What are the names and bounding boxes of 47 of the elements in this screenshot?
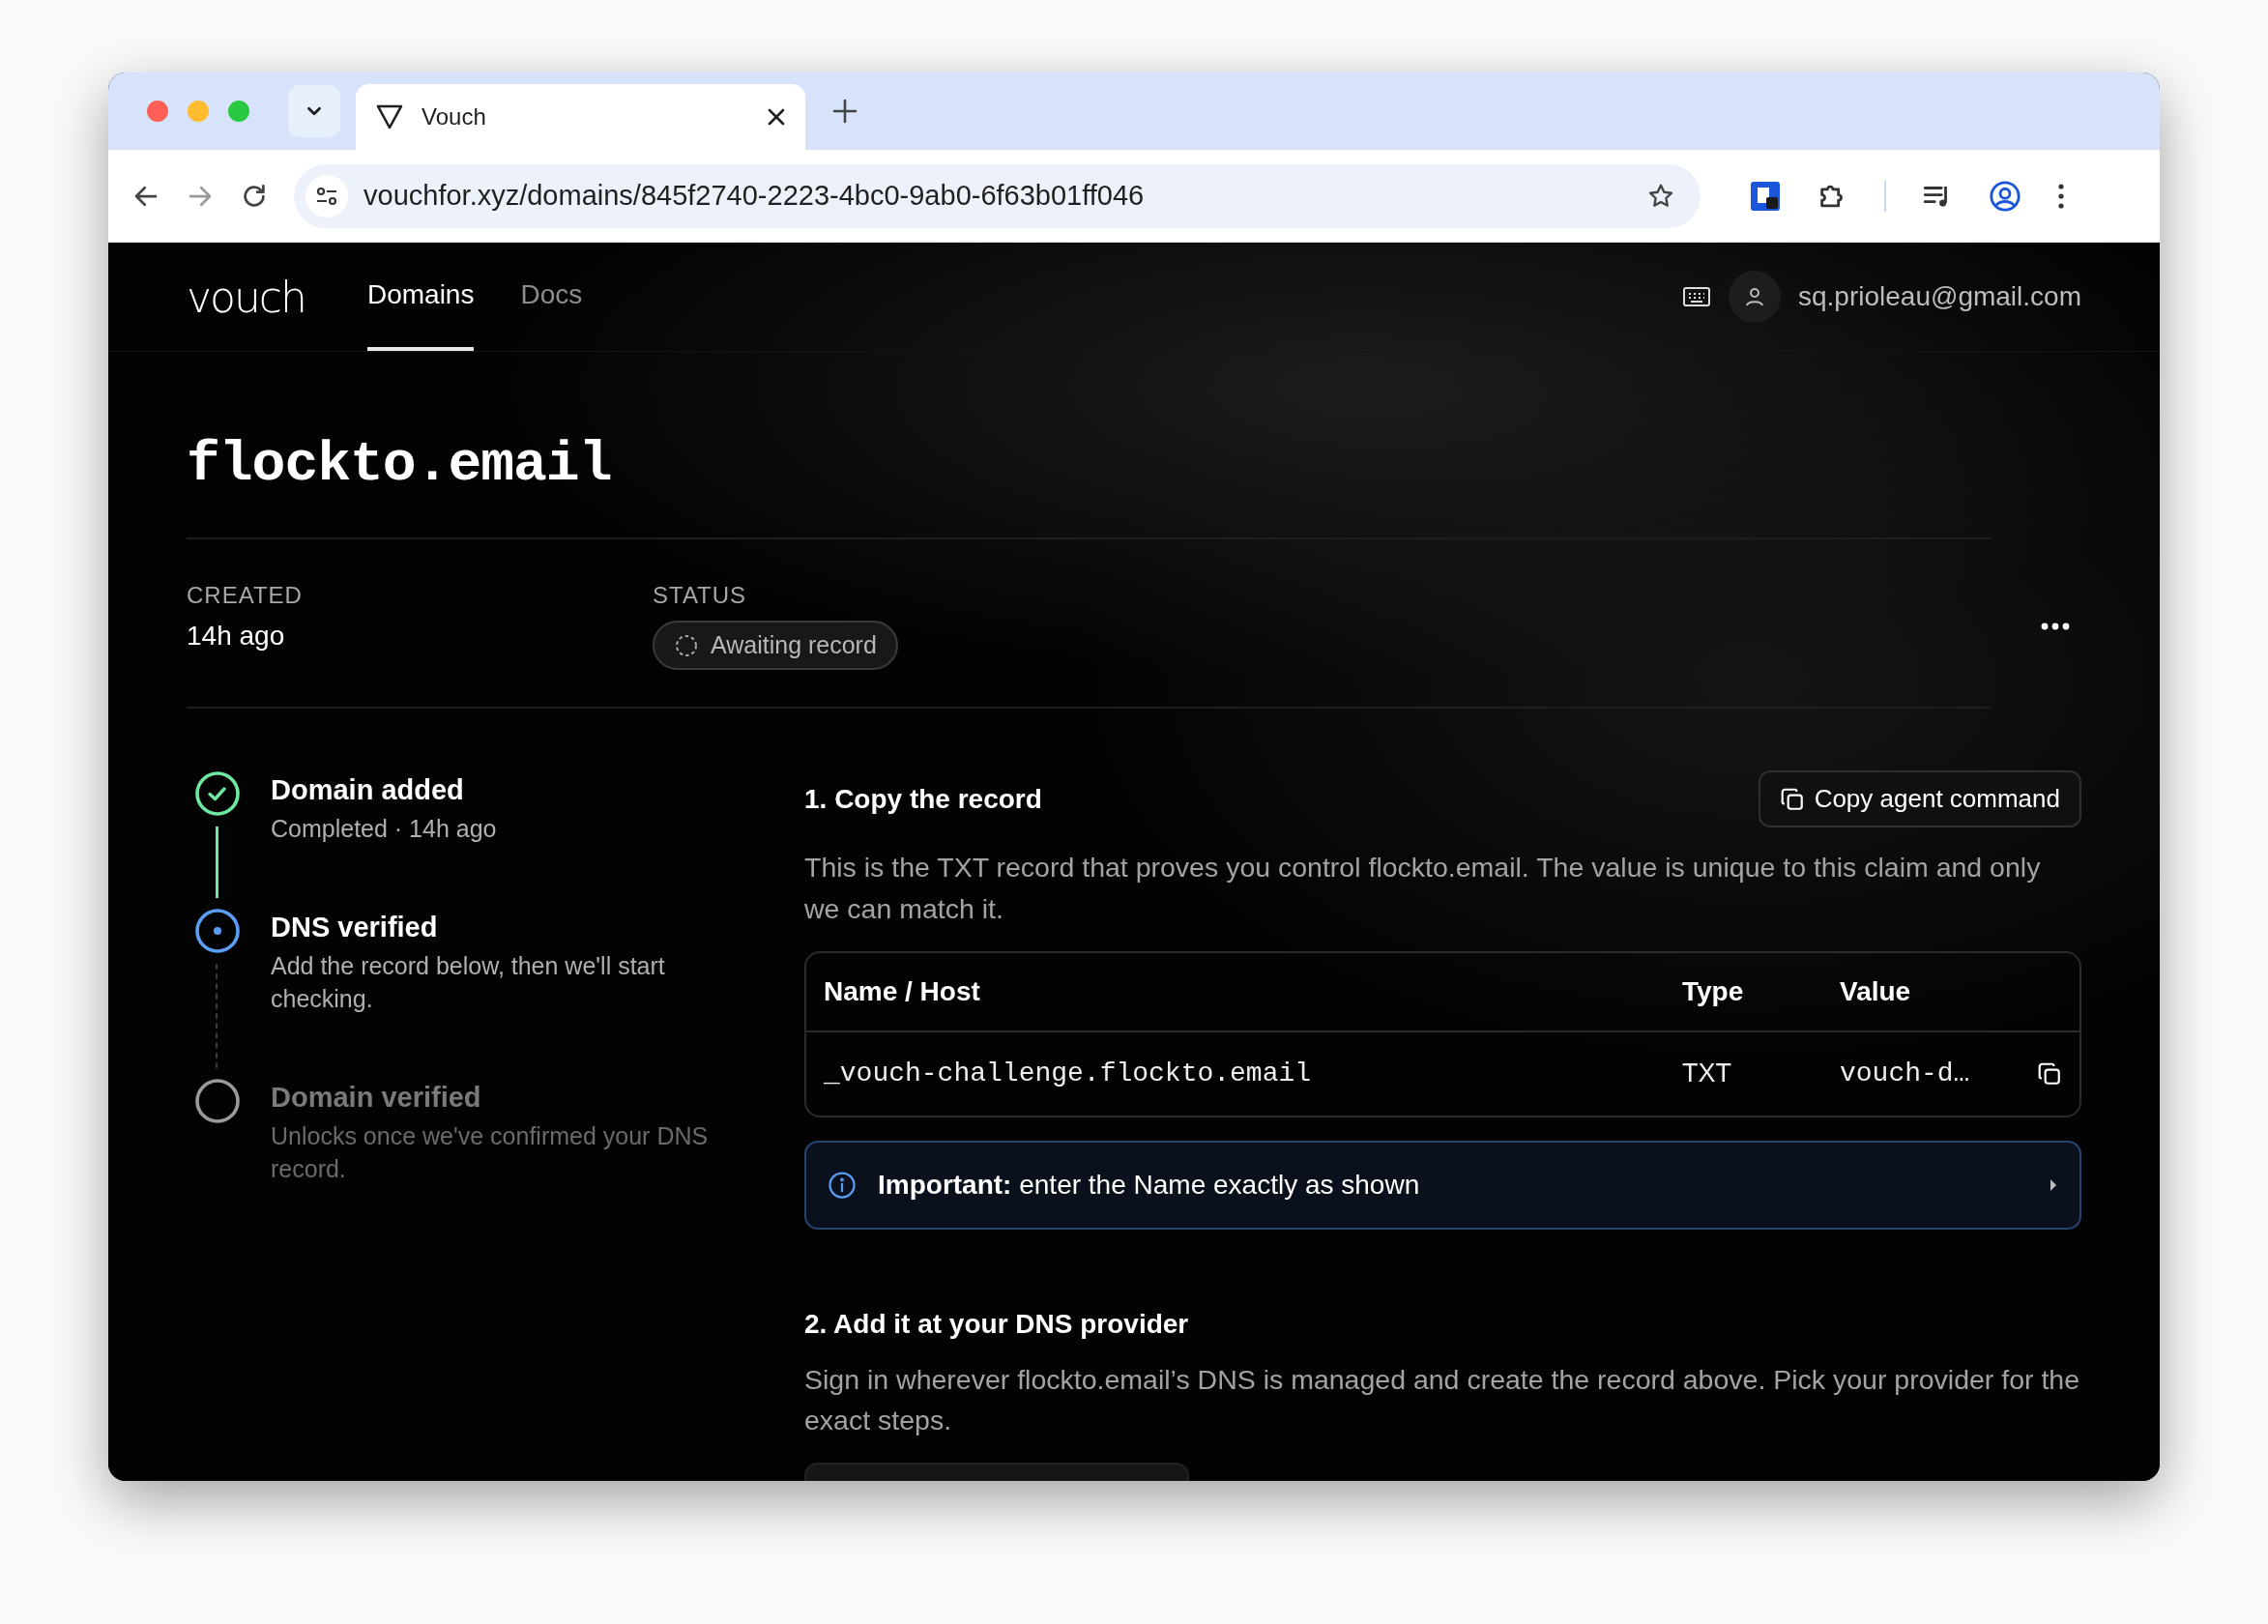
table-cell-text: vouch-d… bbox=[1840, 1058, 1971, 1088]
callout-banner[interactable]: Important: enter the Name exactly as shown bbox=[804, 1140, 2081, 1230]
column-header: Value bbox=[1840, 975, 1912, 1007]
section-description: Sign in wherever flockto.email’s DNS is managed and create the record above. Pick your provider for the exact steps. bbox=[804, 1362, 2081, 1438]
meta-value: 14h ago bbox=[187, 621, 286, 652]
logo[interactable]: vouch bbox=[187, 272, 305, 322]
address-bar[interactable]: vouchfor.xyz/domains/845f2740-2223-4bc0-9ab0-6f63b01ff046 bbox=[294, 163, 1701, 228]
step-description: Unlocks once we've confirmed your DNS record. bbox=[271, 1120, 710, 1184]
meta-label: CREATED bbox=[187, 582, 304, 609]
site-settings-icon[interactable] bbox=[305, 174, 348, 218]
table-cell-text: TXT bbox=[1682, 1058, 1732, 1088]
section-heading: 2. Add it at your DNS provider bbox=[804, 1308, 1189, 1339]
copy-agent-command-button[interactable]: Copy agent command bbox=[1758, 770, 2081, 827]
menu-icon[interactable] bbox=[2056, 181, 2066, 211]
column-header: Type bbox=[1682, 975, 1745, 1007]
close-icon[interactable] bbox=[767, 107, 786, 127]
empty-circle-icon bbox=[194, 1077, 241, 1124]
section-heading: 1. Copy the record bbox=[804, 783, 1042, 815]
callout-text: Important: enter the Name exactly as shown bbox=[878, 1169, 1421, 1201]
profile-icon[interactable] bbox=[1989, 179, 2021, 213]
new-tab-icon[interactable] bbox=[832, 99, 858, 124]
info-icon bbox=[828, 1170, 857, 1200]
nav-link[interactable]: Docs bbox=[520, 243, 583, 351]
browser-tab[interactable]: Vouch bbox=[356, 84, 805, 150]
section-description: This is the TXT record that proves you control flockto.email. The value is unique to this claim and only we can match it. bbox=[804, 851, 2042, 926]
copy-icon bbox=[2037, 1060, 2062, 1087]
domain-title: flockto.email bbox=[187, 437, 613, 493]
caret-icon bbox=[2049, 1176, 2058, 1193]
nav-link[interactable]: Domains bbox=[366, 243, 475, 351]
meta-label: STATUS bbox=[653, 582, 748, 609]
current-step-icon bbox=[194, 907, 241, 954]
triangle-icon bbox=[375, 103, 404, 130]
shield-extension-icon[interactable] bbox=[1749, 179, 1782, 213]
step-description: Add the record below, then we'll start checking. bbox=[271, 950, 666, 1014]
table-cell-text: _vouch-challenge.flockto.email bbox=[824, 1058, 1313, 1088]
status-badge: Awaiting record bbox=[653, 621, 898, 670]
column-header: Name / Host bbox=[824, 975, 981, 1007]
url-text: vouchfor.xyz/domains/845f2740-2223-4bc0-9ab0-6f63b01ff046 bbox=[363, 180, 1146, 212]
step-title: Domain added bbox=[271, 774, 465, 806]
user-email[interactable]: sq.prioleau@gmail.com bbox=[1798, 281, 2081, 312]
step-description: Completed · 14h ago bbox=[271, 814, 498, 844]
step-title: DNS verified bbox=[271, 911, 439, 943]
check-circle-icon bbox=[194, 770, 241, 817]
step-title: Domain verified bbox=[271, 1081, 482, 1114]
copy-icon bbox=[1779, 786, 1805, 812]
keyboard-icon[interactable] bbox=[1682, 285, 1711, 308]
more-icon[interactable] bbox=[2041, 622, 2070, 630]
